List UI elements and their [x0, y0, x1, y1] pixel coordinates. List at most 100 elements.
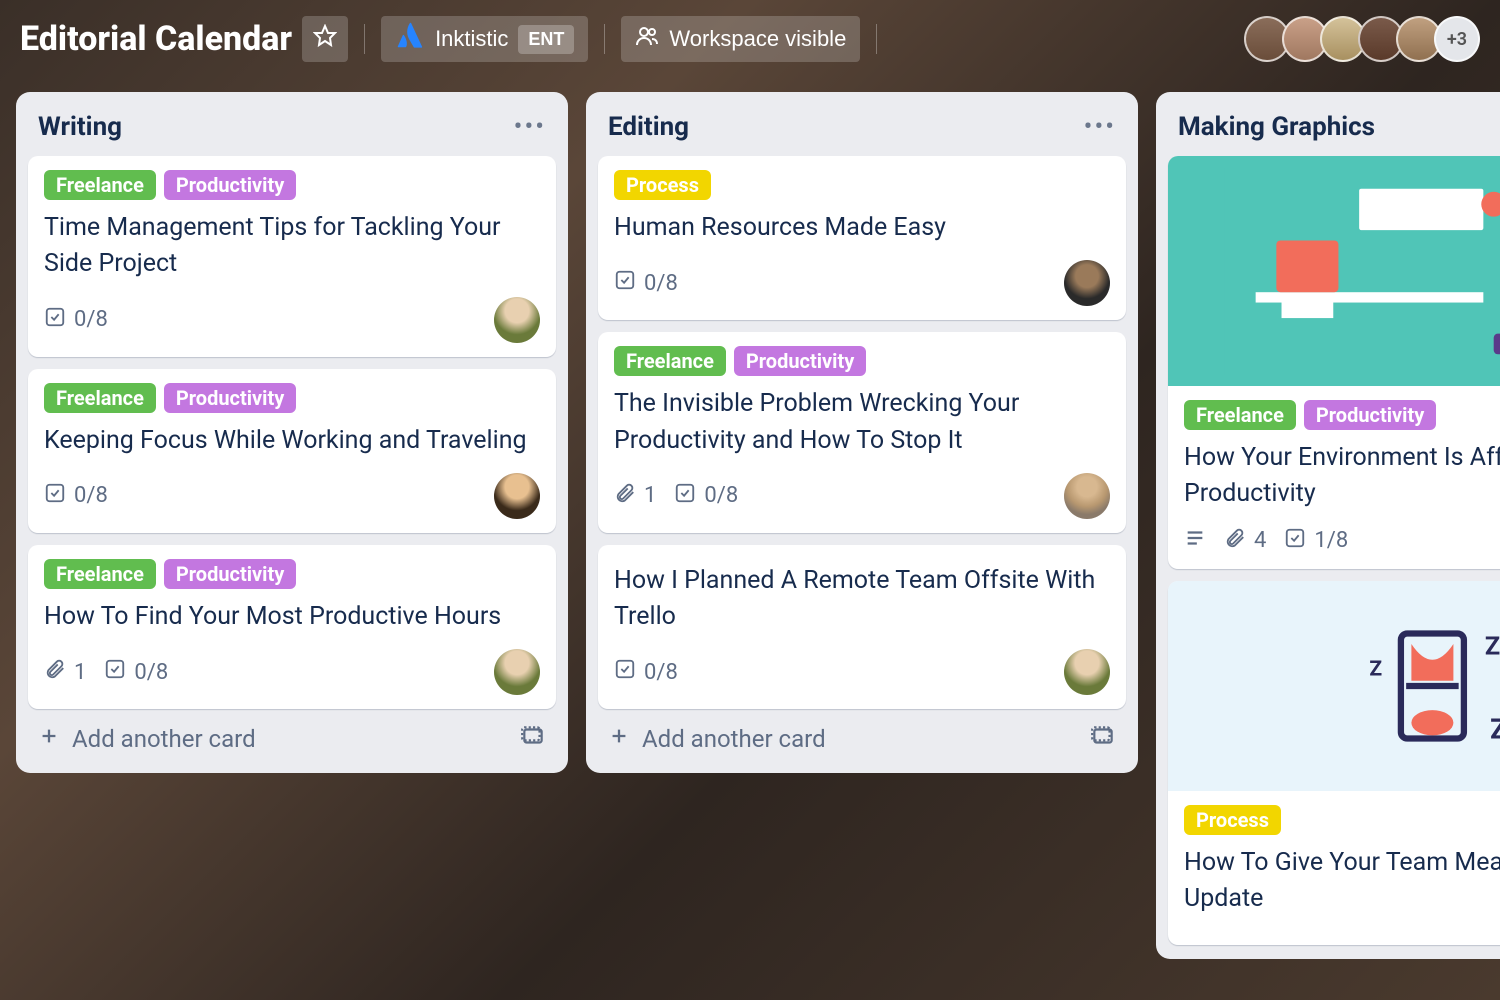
list-editing: Editing ••• Process Human Resources Made…	[586, 92, 1138, 773]
card-member-avatar[interactable]	[494, 473, 540, 519]
list-header: Making Graphics	[1168, 106, 1500, 156]
board-title[interactable]: Editorial Calendar	[20, 19, 292, 59]
workspace-plan-badge: ENT	[518, 25, 574, 54]
attachment-icon	[44, 658, 66, 686]
label-process[interactable]: Process	[1184, 805, 1281, 835]
card-template-icon[interactable]	[1090, 723, 1116, 755]
workspace-button[interactable]: Inktistic ENT	[381, 16, 588, 62]
attachment-badge: 1	[614, 482, 656, 510]
list-menu-button[interactable]: •••	[1084, 121, 1116, 134]
label-freelance[interactable]: Freelance	[44, 170, 156, 200]
checklist-icon	[44, 306, 66, 334]
card-title: Time Management Tips for Tackling Your S…	[44, 210, 540, 283]
card-labels: Freelance Productivity	[44, 559, 540, 589]
card-footer: 0/8	[44, 473, 540, 519]
card-footer: 0/8	[614, 260, 1110, 306]
checklist-count: 1/8	[1314, 528, 1348, 553]
cards-container: Process Human Resources Made Easy 0/8 Fr…	[598, 156, 1126, 709]
card[interactable]: Freelance Productivity The Invisible Pro…	[598, 332, 1126, 533]
checklist-icon	[104, 658, 126, 686]
label-productivity[interactable]: Productivity	[164, 383, 296, 413]
list-title[interactable]: Editing	[608, 112, 689, 142]
checklist-count: 0/8	[704, 483, 738, 508]
add-card-label: Add another card	[72, 725, 256, 753]
svg-text:Z: Z	[1369, 657, 1382, 681]
label-productivity[interactable]: Productivity	[1304, 400, 1436, 430]
add-card-button[interactable]: Add another card	[28, 709, 556, 759]
checklist-badge: 0/8	[614, 269, 678, 297]
attachment-icon	[1224, 527, 1246, 555]
card-footer: 0/8	[614, 649, 1110, 695]
card-member-avatar[interactable]	[494, 297, 540, 343]
checklist-icon	[1284, 527, 1306, 555]
card[interactable]: Freelance Productivity Time Management T…	[28, 156, 556, 357]
attachment-badge: 4	[1224, 527, 1266, 555]
add-card-button[interactable]: Add another card	[598, 709, 1126, 759]
label-process[interactable]: Process	[614, 170, 711, 200]
separator	[876, 24, 877, 54]
label-freelance[interactable]: Freelance	[1184, 400, 1296, 430]
card-title: How To Find Your Most Productive Hours	[44, 599, 540, 635]
card-cover-image	[1168, 156, 1500, 386]
label-freelance[interactable]: Freelance	[44, 383, 156, 413]
card[interactable]: Freelance Productivity Keeping Focus Whi…	[28, 369, 556, 533]
checklist-count: 0/8	[74, 483, 108, 508]
checklist-count: 0/8	[74, 307, 108, 332]
card-labels: Process	[1184, 805, 1500, 835]
label-productivity[interactable]: Productivity	[164, 170, 296, 200]
checklist-icon	[44, 482, 66, 510]
board-members[interactable]: +3	[1252, 16, 1480, 62]
attachment-icon	[614, 482, 636, 510]
workspace-name: Inktistic	[435, 26, 508, 52]
label-freelance[interactable]: Freelance	[614, 346, 726, 376]
card-title: Human Resources Made Easy	[614, 210, 1110, 246]
card-member-avatar[interactable]	[494, 649, 540, 695]
visibility-button[interactable]: Workspace visible	[621, 16, 860, 62]
card-member-avatar[interactable]	[1064, 260, 1110, 306]
card-labels: Freelance Productivity	[614, 346, 1110, 376]
card-labels: Process	[614, 170, 1110, 200]
card[interactable]: How I Planned A Remote Team Offsite With…	[598, 545, 1126, 710]
checklist-badge: 0/8	[674, 482, 738, 510]
card[interactable]: Freelance Productivity How Your Environm…	[1168, 156, 1500, 569]
plus-icon	[38, 725, 60, 753]
card-title: How I Planned A Remote Team Offsite With…	[614, 563, 1110, 636]
checklist-badge: 0/8	[614, 658, 678, 686]
plus-icon	[608, 725, 630, 753]
member-overflow[interactable]: +3	[1434, 16, 1480, 62]
cards-container: Freelance Productivity Time Management T…	[28, 156, 556, 709]
list-menu-button[interactable]: •••	[514, 121, 546, 134]
card[interactable]: Process Human Resources Made Easy 0/8	[598, 156, 1126, 320]
label-productivity[interactable]: Productivity	[734, 346, 866, 376]
svg-text:Z: Z	[1490, 713, 1500, 745]
attachment-count: 1	[74, 660, 86, 685]
list-title[interactable]: Making Graphics	[1178, 112, 1375, 142]
checklist-icon	[614, 269, 636, 297]
card-footer: 1 0/8	[44, 649, 540, 695]
card[interactable]: Freelance Productivity How To Find Your …	[28, 545, 556, 709]
attachment-count: 1	[644, 483, 656, 508]
label-productivity[interactable]: Productivity	[164, 559, 296, 589]
star-icon	[313, 24, 337, 54]
card-member-avatar[interactable]	[1064, 473, 1110, 519]
card-labels: Freelance Productivity	[44, 383, 540, 413]
checklist-badge: 1/8	[1284, 527, 1348, 555]
checklist-badge: 0/8	[44, 482, 108, 510]
card-footer: 1 0/8	[614, 473, 1110, 519]
card-member-avatar[interactable]	[1064, 649, 1110, 695]
card-template-icon[interactable]	[520, 723, 546, 755]
card-footer: 0/8	[44, 297, 540, 343]
add-card-label: Add another card	[642, 725, 826, 753]
description-icon	[1184, 527, 1206, 555]
checklist-badge: 0/8	[104, 658, 168, 686]
card-footer: 4 1/8	[1184, 527, 1500, 555]
list-header: Editing •••	[598, 106, 1126, 156]
checklist-icon	[614, 658, 636, 686]
attachment-badge: 1	[44, 658, 86, 686]
list-title[interactable]: Writing	[38, 112, 122, 142]
checklist-count: 0/8	[644, 660, 678, 685]
label-freelance[interactable]: Freelance	[44, 559, 156, 589]
star-button[interactable]	[302, 16, 348, 62]
card[interactable]: Z Z Z Process How To Give Your Team Mean…	[1168, 581, 1500, 946]
people-icon	[635, 24, 659, 54]
